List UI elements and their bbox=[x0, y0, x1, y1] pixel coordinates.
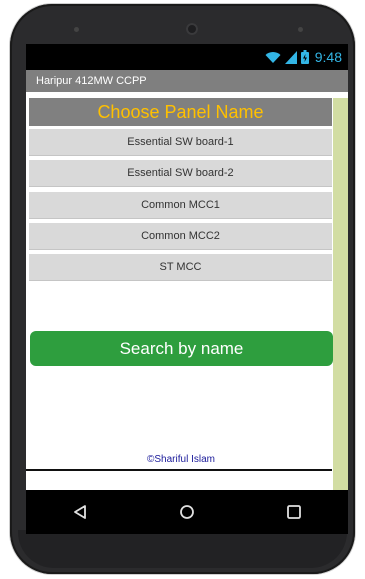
wifi-icon bbox=[265, 51, 281, 63]
divider bbox=[26, 469, 332, 471]
sensor-dot bbox=[298, 27, 303, 32]
battery-icon bbox=[300, 50, 309, 64]
panel-list: Essential SW board-1 Essential SW board-… bbox=[29, 129, 332, 285]
back-icon bbox=[73, 505, 86, 519]
panel-item-common-mcc2[interactable]: Common MCC2 bbox=[29, 222, 332, 250]
panel-item-common-mcc1[interactable]: Common MCC1 bbox=[29, 191, 332, 219]
front-camera bbox=[186, 23, 198, 35]
home-button[interactable] bbox=[167, 492, 207, 532]
back-button[interactable] bbox=[60, 492, 100, 532]
search-by-name-button[interactable]: Search by name bbox=[30, 331, 333, 366]
status-time: 9:48 bbox=[314, 49, 342, 65]
panel-item-st-mcc[interactable]: ST MCC bbox=[29, 254, 332, 282]
sensor-dot bbox=[74, 27, 79, 32]
phone-bottom-edge bbox=[18, 530, 347, 568]
app-title-bar: Haripur 412MW CCPP bbox=[26, 70, 348, 92]
side-strip bbox=[333, 98, 348, 534]
credit-text: ©Shariful Islam bbox=[147, 454, 215, 465]
status-icons: 9:48 bbox=[265, 49, 342, 65]
panel-item-essential-sw-board-2[interactable]: Essential SW board-2 bbox=[29, 160, 332, 188]
recents-button[interactable] bbox=[274, 492, 314, 532]
status-bar: 9:48 bbox=[26, 44, 348, 70]
signal-icon bbox=[284, 50, 297, 64]
panel-header: Choose Panel Name bbox=[29, 98, 332, 126]
panel-item-essential-sw-board-1[interactable]: Essential SW board-1 bbox=[29, 129, 332, 156]
main-content: Choose Panel Name Essential SW board-1 E… bbox=[26, 92, 348, 534]
app-title: Haripur 412MW CCPP bbox=[36, 75, 147, 87]
recents-icon bbox=[287, 505, 302, 519]
screen: 9:48 Haripur 412MW CCPP Choose Panel Nam… bbox=[26, 44, 348, 534]
home-icon bbox=[180, 505, 194, 519]
navigation-bar bbox=[26, 490, 348, 534]
